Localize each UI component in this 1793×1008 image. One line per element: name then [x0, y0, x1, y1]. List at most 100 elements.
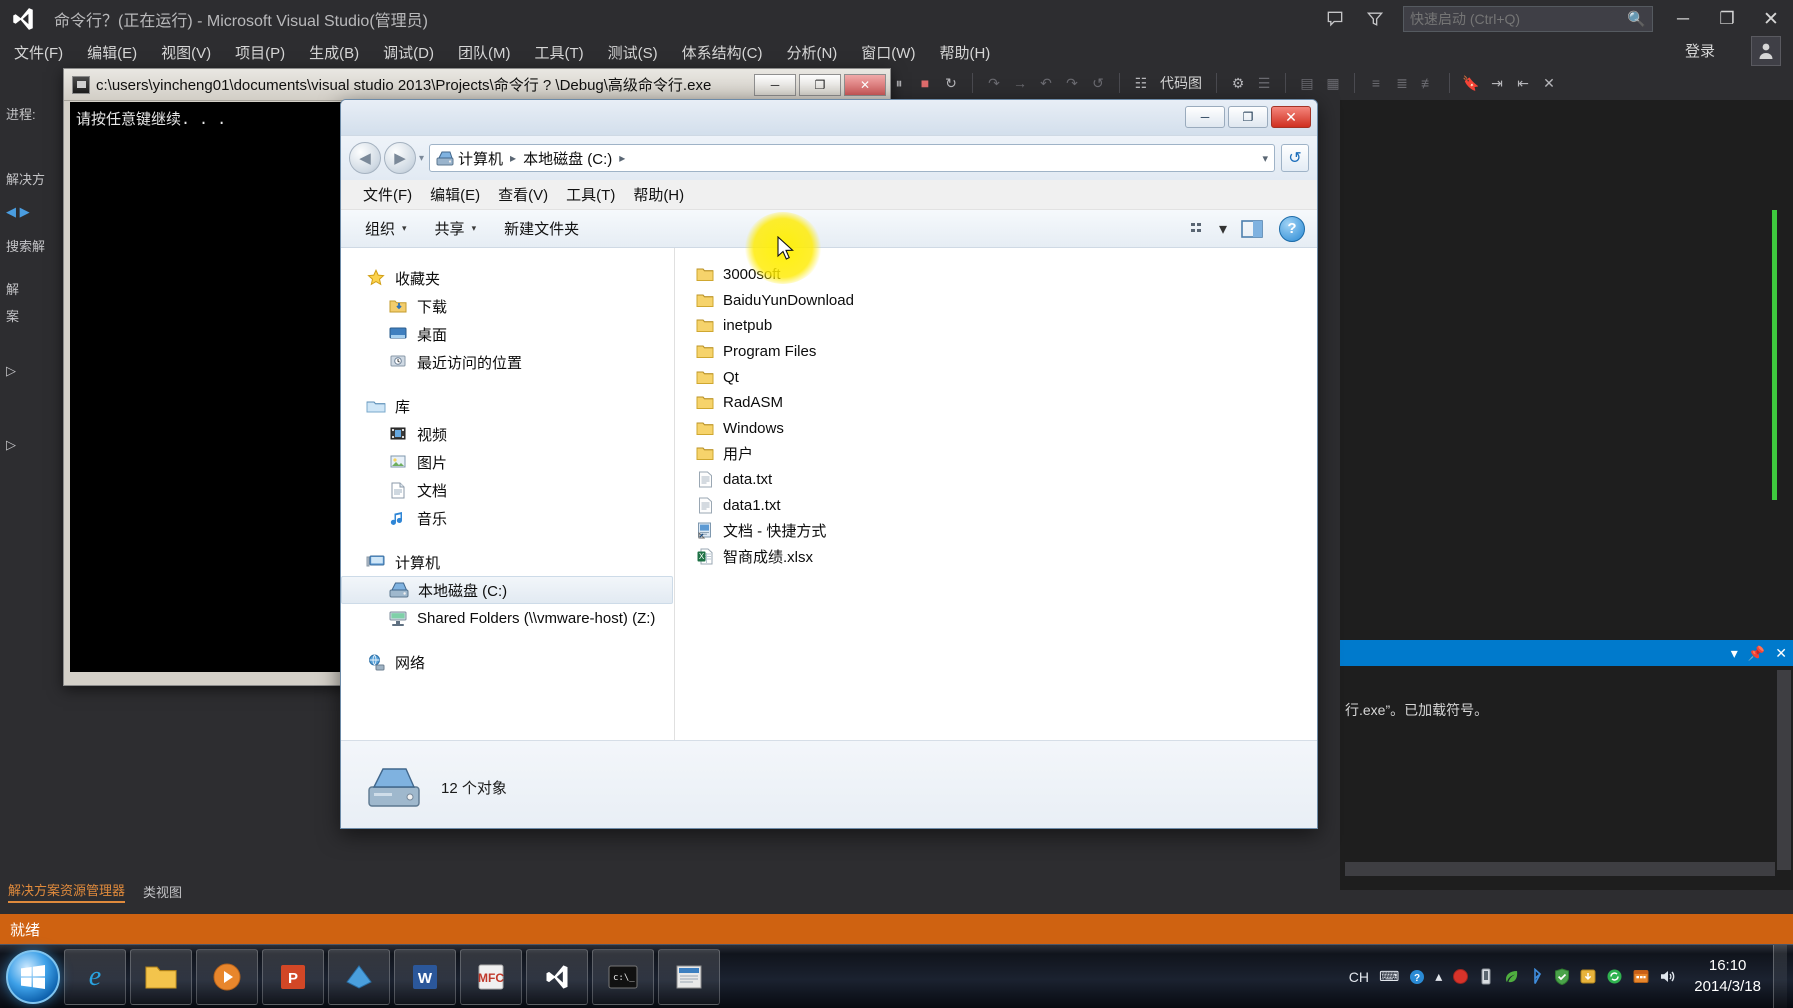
taskbar-media-player[interactable] [196, 948, 258, 1005]
thread-list-icon[interactable]: ☰ [1251, 71, 1277, 95]
explorer-navigation-pane[interactable]: 收藏夹 下载 桌面 最近访问的位置 库 视频 图片 文档 音乐 计算机 本地磁盘… [341, 248, 675, 740]
help-icon[interactable]: ? [1409, 969, 1425, 985]
taskbar-internet-explorer[interactable]: e [64, 948, 126, 1005]
tab-class-view[interactable]: 类视图 [143, 882, 182, 901]
step-into-icon[interactable]: ↷ [981, 71, 1007, 95]
bookmark-prev-icon[interactable]: ⇤ [1510, 71, 1536, 95]
list-item[interactable]: Windows [695, 416, 1317, 442]
back-arrow-icon[interactable]: ◀ [349, 142, 381, 174]
sidebar-item-local-disk-c[interactable]: 本地磁盘 (C:) [341, 576, 673, 604]
code-map-icon[interactable]: ☷ [1128, 71, 1154, 95]
show-desktop-button[interactable] [1773, 944, 1787, 1008]
user-badge-icon[interactable] [1751, 36, 1781, 66]
filter-icon[interactable] [1355, 2, 1395, 36]
step-out-icon[interactable]: ↶ [1033, 71, 1059, 95]
vs-signin-link[interactable]: 登录 [1685, 40, 1715, 61]
chevron-down-icon[interactable]: ▾ [1731, 645, 1738, 662]
keyboard-icon[interactable]: ⌨ [1379, 968, 1399, 985]
list-item[interactable]: X 智商成绩.xlsx [695, 544, 1317, 570]
explorer-maximize-button[interactable]: ❐ [1228, 106, 1268, 128]
breadcrumb-computer[interactable]: 计算机 [458, 148, 503, 169]
stop-icon[interactable]: ■ [912, 71, 938, 95]
quick-launch-box[interactable]: 🔍 [1403, 6, 1653, 32]
vs-tree-expander-2[interactable]: ▷ [0, 433, 70, 457]
sidebar-item-pictures[interactable]: 图片 [365, 448, 674, 476]
sidebar-item-computer[interactable]: 计算机 [365, 548, 674, 576]
vs-menu-test[interactable]: 测试(S) [608, 42, 658, 63]
chevron-down-icon[interactable]: ▾ [419, 153, 424, 164]
vs-menu-project[interactable]: 项目(P) [235, 42, 285, 63]
vs-output-hscrollbar[interactable] [1345, 862, 1775, 876]
step-out2-icon[interactable]: ↷ [1059, 71, 1085, 95]
console-minimize-button[interactable]: ─ [754, 73, 796, 96]
console-maximize-button[interactable]: ❐ [799, 73, 841, 96]
taskbar-blue-app[interactable] [328, 948, 390, 1005]
leaf-icon[interactable] [1503, 968, 1520, 985]
vs-menu-debug[interactable]: 调试(D) [383, 42, 434, 63]
sidebar-item-videos[interactable]: 视频 [365, 420, 674, 448]
breadcrumb-local-disk[interactable]: 本地磁盘 (C:) [523, 148, 612, 169]
step-continue-icon[interactable]: ↺ [1085, 71, 1111, 95]
bookmark-icon[interactable]: 🔖 [1458, 71, 1484, 95]
thread-icon[interactable]: ⚙ [1225, 71, 1251, 95]
explorer-file-list[interactable]: 3000soft BaiduYunDownload inetpub Progra… [675, 248, 1317, 740]
explorer-menu-help[interactable]: 帮助(H) [633, 184, 684, 205]
sidebar-item-network[interactable]: 网络 [365, 648, 674, 676]
list-item[interactable]: data1.txt [695, 492, 1317, 518]
window-layout2-icon[interactable]: ▦ [1320, 71, 1346, 95]
list-item[interactable]: 3000soft [695, 262, 1317, 288]
console-titlebar[interactable]: c:\users\yincheng01\documents\visual stu… [64, 69, 890, 101]
comment-icon[interactable]: ≣ [1389, 71, 1415, 95]
explorer-menu-view[interactable]: 查看(V) [498, 184, 548, 205]
vs-maximize-button[interactable]: ❐ [1705, 2, 1749, 36]
list-item[interactable]: BaiduYunDownload [695, 288, 1317, 314]
console-close-button[interactable]: ✕ [844, 73, 886, 96]
explorer-minimize-button[interactable]: ─ [1185, 106, 1225, 128]
view-mode-icon[interactable]: ▾ [1190, 219, 1227, 239]
bluetooth-icon[interactable] [1530, 968, 1544, 985]
vs-left-nav-icons[interactable]: ◀ ▶ [0, 200, 70, 224]
close-icon[interactable]: ✕ [1775, 645, 1787, 662]
explorer-titlebar[interactable]: ─ ❐ ✕ [341, 100, 1317, 136]
list-item[interactable]: 用户 [695, 441, 1317, 467]
record-icon[interactable] [1452, 968, 1469, 985]
vs-output-vscrollbar[interactable] [1777, 670, 1791, 870]
vs-menu-tools[interactable]: 工具(T) [534, 42, 583, 63]
chevron-down-icon[interactable]: ▾ [1262, 152, 1268, 165]
address-bar[interactable]: 计算机 ▸ 本地磁盘 (C:) ▸ ▾ [429, 144, 1275, 172]
update-icon[interactable] [1580, 968, 1596, 985]
list-item[interactable]: RadASM [695, 390, 1317, 416]
share-button[interactable]: 共享 ▾ [435, 218, 477, 239]
sidebar-item-desktop[interactable]: 桌面 [365, 320, 674, 348]
sidebar-item-favorites[interactable]: 收藏夹 [365, 264, 674, 292]
vs-tree-expander-1[interactable]: ▷ [0, 359, 70, 383]
taskbar-visual-studio[interactable] [526, 948, 588, 1005]
explorer-menu-file[interactable]: 文件(F) [363, 184, 412, 205]
sidebar-item-downloads[interactable]: 下载 [365, 292, 674, 320]
vs-menu-analyze[interactable]: 分析(N) [786, 42, 837, 63]
show-hidden-icons-icon[interactable]: ▴ [1435, 968, 1442, 985]
indent-icon[interactable]: ≡ [1363, 71, 1389, 95]
refresh-icon[interactable]: ↺ [1281, 144, 1309, 172]
vs-menu-view[interactable]: 视图(V) [161, 42, 211, 63]
quick-launch-input[interactable] [1410, 11, 1628, 27]
new-folder-button[interactable]: 新建文件夹 [504, 218, 579, 239]
list-item[interactable]: inetpub [695, 313, 1317, 339]
tab-solution-explorer[interactable]: 解决方案资源管理器 [8, 880, 126, 903]
sidebar-item-music[interactable]: 音乐 [365, 504, 674, 532]
feedback-icon[interactable] [1315, 2, 1355, 36]
security-icon[interactable] [1554, 968, 1570, 985]
sidebar-item-recent-places[interactable]: 最近访问的位置 [365, 348, 674, 376]
explorer-window[interactable]: ─ ❐ ✕ ◀ ▶ ▾ 计算机 ▸ 本地磁盘 (C:) ▸ ▾ ↺ 文件(F) … [340, 99, 1318, 829]
chevron-down-icon[interactable]: ▾ [1219, 219, 1227, 239]
bookmark-next-icon[interactable]: ⇥ [1484, 71, 1510, 95]
list-item[interactable]: 文档 - 快捷方式 [695, 518, 1317, 544]
bookmark-clear-icon[interactable]: ✕ [1536, 71, 1562, 95]
taskbar-mfc-app[interactable]: MFC [460, 948, 522, 1005]
list-item[interactable]: Program Files [695, 339, 1317, 365]
restart-icon[interactable]: ↻ [938, 71, 964, 95]
vs-menu-build[interactable]: 生成(B) [309, 42, 359, 63]
vs-minimize-button[interactable]: ─ [1661, 2, 1705, 36]
step-over-icon[interactable]: → [1007, 71, 1033, 95]
vs-menu-architecture[interactable]: 体系结构(C) [682, 42, 763, 63]
